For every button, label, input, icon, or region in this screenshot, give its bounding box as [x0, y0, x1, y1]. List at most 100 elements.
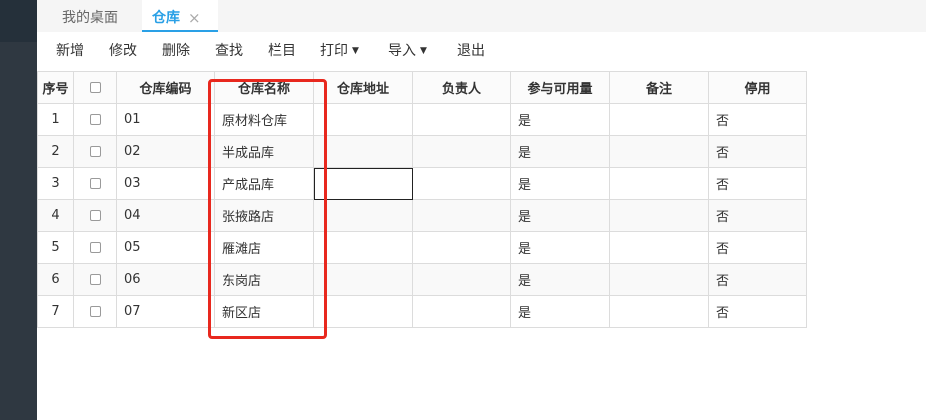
cell-code[interactable]: 02 [116, 135, 215, 168]
cell-disabled[interactable]: 否 [708, 135, 807, 168]
table-row[interactable]: 4 04 张掖路店 是 否 [37, 199, 807, 232]
cell-name[interactable]: 新区店 [214, 295, 314, 328]
header-disabled[interactable]: 停用 [708, 71, 807, 104]
select-all-checkbox[interactable] [89, 82, 101, 93]
row-checkbox[interactable] [89, 146, 101, 157]
cell-name[interactable]: 张掖路店 [214, 199, 314, 232]
cell-manager[interactable] [412, 263, 511, 296]
row-checkbox[interactable] [89, 210, 101, 221]
add-button[interactable]: 新增 [56, 32, 84, 68]
cell-code[interactable]: 07 [116, 295, 215, 328]
cell-address[interactable] [313, 231, 413, 264]
edit-button[interactable]: 修改 [109, 32, 137, 68]
find-button[interactable]: 查找 [215, 32, 243, 68]
cell-address[interactable] [313, 199, 413, 232]
table-row[interactable]: 7 07 新区店 是 否 [37, 295, 807, 328]
cell-code[interactable]: 05 [116, 231, 215, 264]
row-index: 7 [37, 295, 74, 328]
tab-bar: 我的桌面 仓库 × [37, 0, 926, 32]
cell-name[interactable]: 原材料仓库 [214, 103, 314, 136]
cell-available[interactable]: 是 [510, 103, 610, 136]
row-checkbox-cell [73, 199, 117, 232]
row-checkbox[interactable] [89, 274, 101, 285]
cell-available[interactable]: 是 [510, 167, 610, 200]
cell-disabled[interactable]: 否 [708, 167, 807, 200]
cell-available[interactable]: 是 [510, 231, 610, 264]
header-name[interactable]: 仓库名称 [214, 71, 314, 104]
delete-button[interactable]: 删除 [162, 32, 190, 68]
tab-warehouse[interactable]: 仓库 × [142, 0, 218, 32]
header-notes[interactable]: 备注 [609, 71, 709, 104]
tab-warehouse-label: 仓库 [152, 10, 180, 26]
row-checkbox-cell [73, 231, 117, 264]
exit-button[interactable]: 退出 [457, 32, 485, 68]
left-sidebar [0, 0, 37, 420]
cell-code[interactable]: 06 [116, 263, 215, 296]
header-code[interactable]: 仓库编码 [116, 71, 215, 104]
table-header-row: 序号 仓库编码 仓库名称 仓库地址 负责人 参与可用量 备注 停用 [37, 71, 807, 104]
row-checkbox-cell [73, 103, 117, 136]
table-row[interactable]: 1 01 原材料仓库 是 否 [37, 103, 807, 136]
cell-code[interactable]: 04 [116, 199, 215, 232]
cell-name[interactable]: 东岗店 [214, 263, 314, 296]
row-checkbox-cell [73, 167, 117, 200]
cell-disabled[interactable]: 否 [708, 263, 807, 296]
cell-disabled[interactable]: 否 [708, 199, 807, 232]
row-checkbox[interactable] [89, 114, 101, 125]
cell-name[interactable]: 产成品库 [214, 167, 314, 200]
cell-code[interactable]: 03 [116, 167, 215, 200]
cell-notes[interactable] [609, 295, 709, 328]
cell-manager[interactable] [412, 103, 511, 136]
header-index[interactable]: 序号 [37, 71, 74, 104]
cell-address[interactable] [313, 263, 413, 296]
header-address[interactable]: 仓库地址 [313, 71, 413, 104]
cell-available[interactable]: 是 [510, 263, 610, 296]
row-checkbox[interactable] [89, 306, 101, 317]
cell-code[interactable]: 01 [116, 103, 215, 136]
cell-name[interactable]: 雁滩店 [214, 231, 314, 264]
row-checkbox[interactable] [89, 178, 101, 189]
header-manager[interactable]: 负责人 [412, 71, 511, 104]
row-index: 5 [37, 231, 74, 264]
row-index: 6 [37, 263, 74, 296]
cell-address[interactable] [313, 103, 413, 136]
row-checkbox[interactable] [89, 242, 101, 253]
cell-disabled[interactable]: 否 [708, 103, 807, 136]
cell-manager[interactable] [412, 135, 511, 168]
header-select-all[interactable] [73, 71, 117, 104]
table-row[interactable]: 2 02 半成品库 是 否 [37, 135, 807, 168]
cell-notes[interactable] [609, 263, 709, 296]
table-row[interactable]: 6 06 东岗店 是 否 [37, 263, 807, 296]
cell-available[interactable]: 是 [510, 135, 610, 168]
tab-home[interactable]: 我的桌面 [62, 0, 118, 32]
import-button[interactable]: 导入 ▼ [388, 32, 427, 68]
header-available[interactable]: 参与可用量 [510, 71, 610, 104]
cell-address[interactable] [313, 135, 413, 168]
cell-manager[interactable] [412, 199, 511, 232]
cell-address-selected[interactable] [313, 167, 413, 200]
cell-notes[interactable] [609, 135, 709, 168]
row-index: 1 [37, 103, 74, 136]
print-button[interactable]: 打印 ▼ [320, 32, 359, 68]
cell-notes[interactable] [609, 103, 709, 136]
cell-manager[interactable] [412, 167, 511, 200]
cell-disabled[interactable]: 否 [708, 295, 807, 328]
left-sidebar-header [0, 0, 37, 42]
cell-notes[interactable] [609, 231, 709, 264]
table-row[interactable]: 5 05 雁滩店 是 否 [37, 231, 807, 264]
table-row[interactable]: 3 03 产成品库 是 否 [37, 167, 807, 200]
row-index: 4 [37, 199, 74, 232]
cell-name[interactable]: 半成品库 [214, 135, 314, 168]
cell-disabled[interactable]: 否 [708, 231, 807, 264]
columns-button[interactable]: 栏目 [268, 32, 296, 68]
cell-notes[interactable] [609, 199, 709, 232]
cell-manager[interactable] [412, 231, 511, 264]
cell-available[interactable]: 是 [510, 199, 610, 232]
cell-notes[interactable] [609, 167, 709, 200]
cell-manager[interactable] [412, 295, 511, 328]
warehouse-table: 序号 仓库编码 仓库名称 仓库地址 负责人 参与可用量 备注 停用 1 01 原… [37, 71, 807, 328]
cell-address[interactable] [313, 295, 413, 328]
main-content: 序号 仓库编码 仓库名称 仓库地址 负责人 参与可用量 备注 停用 1 01 原… [37, 68, 926, 420]
cell-available[interactable]: 是 [510, 295, 610, 328]
row-index: 3 [37, 167, 74, 200]
